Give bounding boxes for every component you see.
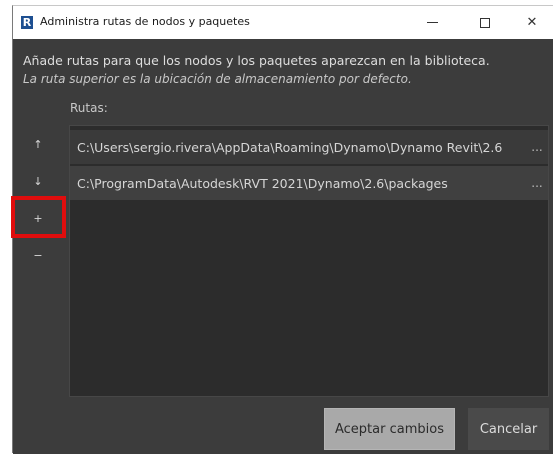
minimize-button[interactable] — [409, 6, 455, 39]
revit-r-icon: R — [21, 16, 33, 29]
paths-list[interactable]: C:\Users\sergio.rivera\AppData\Roaming\D… — [69, 125, 549, 397]
dialog-window: R Administra rutas de nodos y paquetes ✕… — [11, 5, 553, 454]
arrow-up-icon: ↑ — [33, 137, 43, 151]
move-down-button[interactable]: ↓ — [27, 170, 49, 192]
path-row[interactable]: C:\Users\sergio.rivera\AppData\Roaming\D… — [70, 130, 548, 164]
more-options-button[interactable]: ... — [526, 140, 548, 154]
remove-path-button[interactable]: − — [27, 244, 49, 266]
close-button[interactable]: ✕ — [509, 6, 553, 39]
accept-changes-button[interactable]: Aceptar cambios — [324, 408, 455, 450]
minimize-icon — [426, 22, 438, 23]
window-title: Administra rutas de nodos y paquetes — [40, 15, 250, 28]
close-icon: ✕ — [526, 15, 538, 30]
paths-label: Rutas: — [70, 101, 108, 115]
dialog-content: Añade rutas para que los nodos y los paq… — [11, 39, 553, 454]
path-row[interactable]: C:\ProgramData\Autodesk\RVT 2021\Dynamo\… — [70, 166, 548, 200]
highlight-box — [11, 196, 66, 238]
more-options-button[interactable]: ... — [526, 176, 548, 190]
maximize-icon — [480, 17, 490, 28]
title-bar[interactable]: R Administra rutas de nodos y paquetes ✕ — [13, 6, 553, 39]
intro-text: Añade rutas para que los nodos y los paq… — [23, 53, 490, 68]
path-text: C:\Users\sergio.rivera\AppData\Roaming\D… — [77, 139, 503, 155]
minus-icon: − — [33, 248, 43, 262]
move-up-button[interactable]: ↑ — [27, 133, 49, 155]
default-location-hint: La ruta superior es la ubicación de alma… — [23, 72, 412, 86]
arrow-down-icon: ↓ — [33, 174, 43, 188]
maximize-button[interactable] — [462, 6, 508, 39]
cancel-button[interactable]: Cancelar — [468, 408, 549, 450]
path-text: C:\ProgramData\Autodesk\RVT 2021\Dynamo\… — [77, 175, 448, 191]
